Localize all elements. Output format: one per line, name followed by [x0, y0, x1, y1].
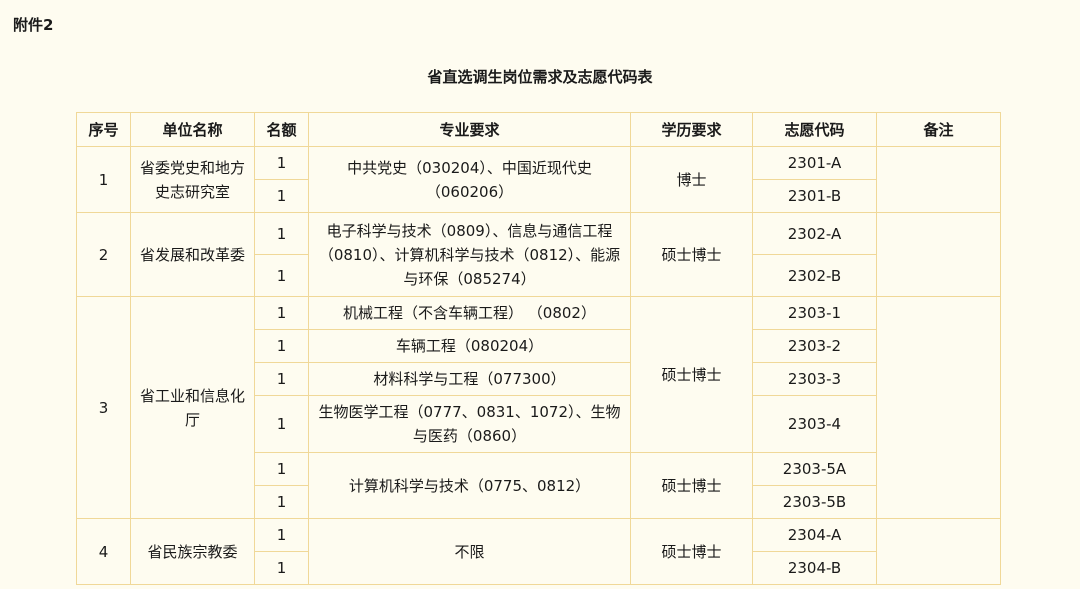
remarks-cell: [876, 212, 1001, 297]
column-header-remarks: 备注: [876, 112, 1001, 147]
education-cell: 博士: [630, 146, 753, 213]
table-header-row: 序号 单位名称 名额 专业要求 学历要求 志愿代码 备注: [76, 112, 1001, 147]
quota-cell: 1: [254, 485, 309, 519]
column-header-seq: 序号: [76, 112, 131, 147]
code-cell: 2302-B: [752, 254, 877, 297]
column-header-major: 专业要求: [308, 112, 631, 147]
quota-cell: 1: [254, 179, 309, 213]
code-cell: 2303-5A: [752, 452, 877, 486]
major-cell: 车辆工程（080204）: [308, 329, 631, 363]
code-cell: 2303-2: [752, 329, 877, 363]
unit-cell: 省委党史和地方史志研究室: [130, 146, 255, 213]
table-row: 4 省民族宗教委 1 不限 硕士博士 2304-A: [76, 518, 1001, 585]
unit-cell: 省民族宗教委: [130, 518, 255, 585]
quota-cell: 1: [254, 146, 309, 180]
education-cell: 硕士博士: [630, 452, 753, 519]
major-cell: 材料科学与工程（077300）: [308, 362, 631, 396]
table-row: 3 省工业和信息化厅 1 机械工程（不含车辆工程） （0802） 硕士博士 23…: [76, 296, 1001, 519]
seq-cell: 1: [76, 146, 131, 213]
unit-cell: 省工业和信息化厅: [130, 296, 255, 519]
education-cell: 硕士博士: [630, 296, 753, 453]
table-row: 1 省委党史和地方史志研究室 1 中共党史（030204）、中国近现代史（060…: [76, 146, 1001, 213]
unit-cell: 省发展和改革委: [130, 212, 255, 297]
code-cell: 2301-A: [752, 146, 877, 180]
education-cell: 硕士博士: [630, 518, 753, 585]
quota-cell: 1: [254, 395, 309, 453]
code-cell: 2303-3: [752, 362, 877, 396]
major-cell: 不限: [308, 518, 631, 585]
code-cell: 2303-4: [752, 395, 877, 453]
quota-cell: 1: [254, 296, 309, 330]
major-cell: 生物医学工程（0777、0831、1072）、生物与医药（0860）: [308, 395, 631, 453]
quota-cell: 1: [254, 212, 309, 255]
page-title: 省直选调生岗位需求及志愿代码表: [427, 68, 653, 86]
seq-cell: 3: [76, 296, 131, 519]
remarks-cell: [876, 518, 1001, 585]
quota-cell: 1: [254, 518, 309, 552]
major-cell: 计算机科学与技术（0775、0812）: [308, 452, 631, 519]
major-cell: 电子科学与技术（0809）、信息与通信工程（0810）、计算机科学与技术（081…: [308, 212, 631, 297]
quota-cell: 1: [254, 452, 309, 486]
quota-cell: 1: [254, 329, 309, 363]
quota-cell: 1: [254, 551, 309, 585]
column-header-quota: 名额: [254, 112, 309, 147]
seq-cell: 4: [76, 518, 131, 585]
code-cell: 2304-B: [752, 551, 877, 585]
column-header-unit: 单位名称: [130, 112, 255, 147]
remarks-cell: [876, 146, 1001, 213]
remarks-cell: [876, 296, 1001, 519]
major-cell: 机械工程（不含车辆工程） （0802）: [308, 296, 631, 330]
table-row: 2 省发展和改革委 1 电子科学与技术（0809）、信息与通信工程（0810）、…: [76, 212, 1001, 297]
code-cell: 2301-B: [752, 179, 877, 213]
quota-cell: 1: [254, 362, 309, 396]
code-cell: 2303-5B: [752, 485, 877, 519]
education-cell: 硕士博士: [630, 212, 753, 297]
column-header-code: 志愿代码: [752, 112, 877, 147]
code-cell: 2302-A: [752, 212, 877, 255]
column-header-education: 学历要求: [630, 112, 753, 147]
seq-cell: 2: [76, 212, 131, 297]
quota-cell: 1: [254, 254, 309, 297]
code-cell: 2303-1: [752, 296, 877, 330]
position-table: 序号 单位名称 名额 专业要求 学历要求 志愿代码 备注 1 省委党史和地方史志…: [76, 112, 1001, 585]
attachment-label: 附件2: [13, 16, 54, 34]
code-cell: 2304-A: [752, 518, 877, 552]
major-cell: 中共党史（030204）、中国近现代史（060206）: [308, 146, 631, 213]
